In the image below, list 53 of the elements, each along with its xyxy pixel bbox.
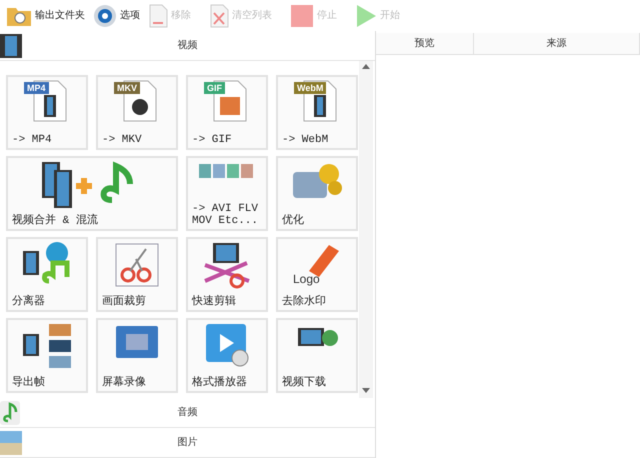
tool-tile[interactable]: 屏幕录像 [96,318,178,393]
toolbar-button[interactable]: 输出文件夹 [4,2,87,30]
scrollbar[interactable] [359,61,373,398]
section-header[interactable]: 视频 [0,31,375,61]
tile-label: -> MKV [102,134,142,146]
column-header[interactable]: 来源 [474,33,640,54]
document-with-x-icon [209,4,229,28]
tile-label: 分离器 [12,296,45,308]
tile-label: 屏幕录像 [102,377,146,389]
tile-label: 视频下载 [282,377,326,389]
tile-label: 快速剪辑 [192,296,236,308]
section-title: 图片 [178,436,198,450]
toolbar-button[interactable]: 选项 [91,2,142,30]
tool-tile[interactable]: 视频下载 [276,318,358,393]
file-type-label: MP4 [24,82,49,94]
file-type-label: GIF [204,82,225,94]
tile-label: 去除水印 [282,296,326,308]
tool-tile[interactable]: 快速剪辑 [186,237,268,312]
film-strip-icon [0,34,22,58]
settings-icon [93,4,117,28]
column-header[interactable]: 预览 [376,33,474,54]
tool-tile[interactable]: GIF -> GIF [186,75,268,150]
tile-label: -> WebM [282,134,328,146]
file-type-label: WebM [294,82,326,94]
section-title: 视频 [178,38,198,53]
landscape-icon [0,431,22,455]
tool-tile[interactable]: MKV -> MKV [96,75,178,150]
tool-tile[interactable]: -> AVI FLV MOV Etc... [186,156,268,231]
tile-label: 优化 [282,215,304,227]
document-icon [148,4,168,28]
tile-label: -> MP4 [12,134,52,146]
file-type-label: MKV [114,82,140,94]
tool-tile[interactable]: Logo 去除水印 [276,237,358,312]
tile-label: 导出帧 [12,377,45,389]
tool-tile[interactable]: 优化 [276,156,358,231]
music-note-icon [0,401,20,425]
tile-label: 视频合并 & 混流 [12,215,98,227]
section-header[interactable]: 音频 [0,398,375,428]
tool-tile[interactable]: 视频合并 & 混流 [6,156,178,231]
tool-tile[interactable]: MP4 -> MP4 [6,75,88,150]
tool-tile[interactable]: 画面裁剪 [96,237,178,312]
section-title: 音频 [178,406,198,420]
tool-tile[interactable]: WebM -> WebM [276,75,358,150]
tool-tile[interactable]: 格式播放器 [186,318,268,393]
tool-tile[interactable]: 分离器 [6,237,88,312]
tile-label: -> AVI FLV MOV Etc... [192,203,258,227]
tile-label: 格式播放器 [192,377,247,389]
play-icon [355,4,377,28]
section-header[interactable]: 图片 [0,428,375,458]
tile-label: 画面裁剪 [102,296,146,308]
tile-label: -> GIF [192,134,232,146]
square-icon [290,4,314,28]
tool-tile[interactable]: 导出帧 [6,318,88,393]
